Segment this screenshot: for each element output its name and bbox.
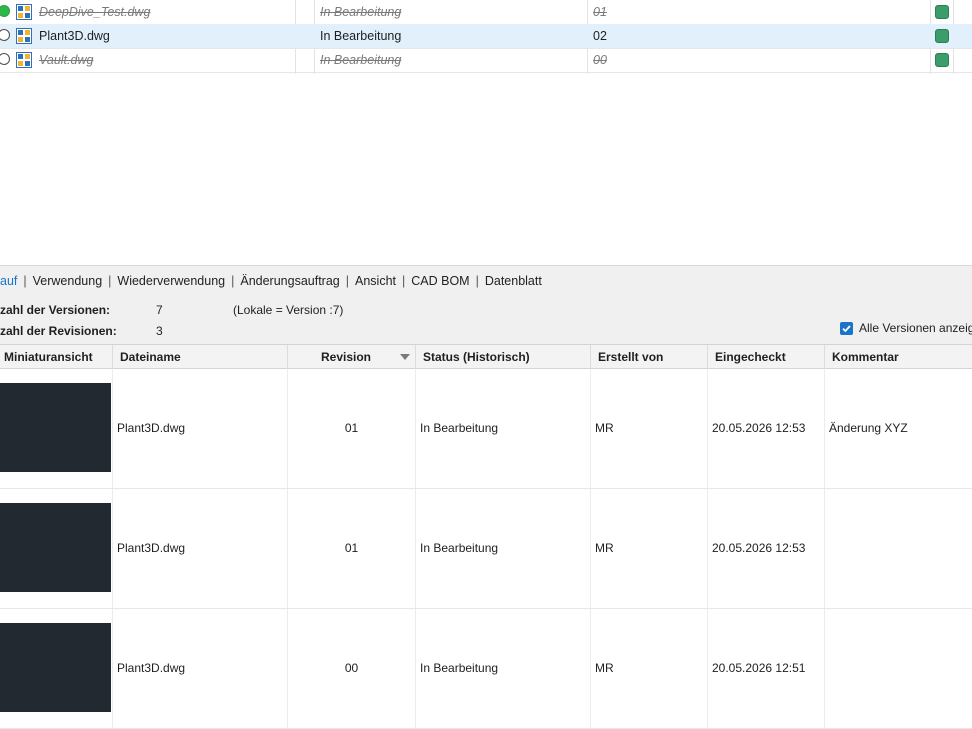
- thumbnail-image: [0, 623, 111, 712]
- lifecycle-state-icon: [935, 29, 949, 43]
- panel-tabs: auf | Verwendung | Wiederverwendung | Änderung…: [0, 274, 542, 292]
- revision-cell: 01: [288, 489, 416, 608]
- column-header-thumbnail[interactable]: Miniaturansicht: [0, 345, 113, 369]
- tab-separator: |: [345, 274, 349, 288]
- table-row[interactable]: Plant3D.dwg 01 In Bearbeitung MR 20.05.2…: [0, 489, 972, 609]
- comment-cell: [825, 489, 972, 608]
- grid-header: Miniaturansicht Dateiname Revision Statu…: [0, 344, 972, 369]
- tab-ansicht[interactable]: Ansicht: [355, 274, 396, 288]
- file-name: Vault.dwg: [39, 53, 94, 67]
- filename-cell: Plant3D.dwg: [113, 609, 288, 728]
- tab-separator: |: [231, 274, 235, 288]
- status-cell: In Bearbeitung: [416, 489, 591, 608]
- file-row[interactable]: DeepDive_Test.dwg In Bearbeitung 01: [0, 0, 972, 25]
- file-row[interactable]: Vault.dwg In Bearbeitung 00: [0, 48, 972, 73]
- file-state: In Bearbeitung: [320, 29, 402, 43]
- checkmark-icon: [842, 325, 851, 333]
- filename-cell: Plant3D.dwg: [113, 489, 288, 608]
- comment-cell: [825, 609, 972, 728]
- revision-cell: 00: [288, 609, 416, 728]
- tab-verlauf[interactable]: auf: [0, 274, 17, 288]
- checked-in-cell: 20.05.2026 12:53: [708, 369, 825, 488]
- created-by-cell: MR: [591, 369, 708, 488]
- tab-aenderungsauftrag[interactable]: Änderungsauftrag: [240, 274, 339, 288]
- dwg-file-icon: [16, 28, 32, 44]
- versions-count-label: zahl der Versionen:: [0, 303, 111, 317]
- thumbnail-cell: [0, 369, 113, 488]
- status-empty-icon: [0, 29, 10, 41]
- file-state: In Bearbeitung: [320, 5, 402, 19]
- status-empty-icon: [0, 53, 10, 65]
- revision-cell: 01: [288, 369, 416, 488]
- column-header-checked-in[interactable]: Eingecheckt: [708, 345, 825, 369]
- tab-verwendung[interactable]: Verwendung: [33, 274, 103, 288]
- file-revision: 02: [593, 29, 607, 43]
- column-header-created-by[interactable]: Erstellt von: [591, 345, 708, 369]
- thumbnail-image: [0, 503, 111, 592]
- thumbnail-image: [0, 383, 111, 472]
- thumbnail-cell: [0, 489, 113, 608]
- table-row[interactable]: Plant3D.dwg 00 In Bearbeitung MR 20.05.2…: [0, 609, 972, 729]
- column-header-status[interactable]: Status (Historisch): [416, 345, 591, 369]
- tab-separator: |: [402, 274, 406, 288]
- show-all-versions-label[interactable]: Alle Versionen anzeig: [859, 321, 972, 335]
- checked-in-cell: 20.05.2026 12:51: [708, 609, 825, 728]
- thumbnail-cell: [0, 609, 113, 728]
- status-cell: In Bearbeitung: [416, 609, 591, 728]
- show-all-versions-checkbox[interactable]: [840, 322, 853, 335]
- checked-in-cell: 20.05.2026 12:53: [708, 489, 825, 608]
- revisions-count-value: 3: [156, 324, 163, 338]
- dwg-file-icon: [16, 52, 32, 68]
- created-by-cell: MR: [591, 609, 708, 728]
- column-header-filename[interactable]: Dateiname: [113, 345, 288, 369]
- filename-cell: Plant3D.dwg: [113, 369, 288, 488]
- file-revision: 00: [593, 53, 607, 67]
- tab-separator: |: [108, 274, 112, 288]
- dwg-file-icon: [16, 4, 32, 20]
- file-state: In Bearbeitung: [320, 53, 402, 67]
- comment-cell: Änderung XYZ: [829, 421, 908, 435]
- tab-datenblatt[interactable]: Datenblatt: [485, 274, 542, 288]
- file-revision: 01: [593, 5, 607, 19]
- version-history-grid: Miniaturansicht Dateiname Revision Statu…: [0, 344, 972, 729]
- table-row[interactable]: Plant3D.dwg 01 In Bearbeitung MR 20.05.2…: [0, 369, 972, 489]
- created-by-cell: MR: [591, 489, 708, 608]
- status-online-icon: [0, 5, 10, 17]
- tab-cad-bom[interactable]: CAD BOM: [411, 274, 469, 288]
- lifecycle-state-icon: [935, 53, 949, 67]
- lifecycle-state-icon: [935, 5, 949, 19]
- file-row-selected[interactable]: Plant3D.dwg In Bearbeitung 02: [0, 24, 972, 49]
- tab-wiederverwendung[interactable]: Wiederverwendung: [117, 274, 225, 288]
- versions-count-value: 7: [156, 303, 163, 317]
- column-header-revision[interactable]: Revision: [288, 345, 416, 369]
- file-name: Plant3D.dwg: [39, 29, 110, 43]
- history-panel: auf | Verwendung | Wiederverwendung | Änderung…: [0, 266, 972, 729]
- file-list: DeepDive_Test.dwg In Bearbeitung 01 Plan…: [0, 0, 972, 266]
- status-cell: In Bearbeitung: [416, 369, 591, 488]
- revisions-count-label: zahl der Revisionen:: [0, 324, 117, 338]
- sort-descending-icon[interactable]: [400, 354, 410, 360]
- file-name: DeepDive_Test.dwg: [39, 5, 151, 19]
- versions-local-note: (Lokale = Version :7): [233, 303, 344, 317]
- tab-separator: |: [23, 274, 27, 288]
- column-header-comment[interactable]: Kommentar: [825, 345, 972, 369]
- tab-separator: |: [475, 274, 479, 288]
